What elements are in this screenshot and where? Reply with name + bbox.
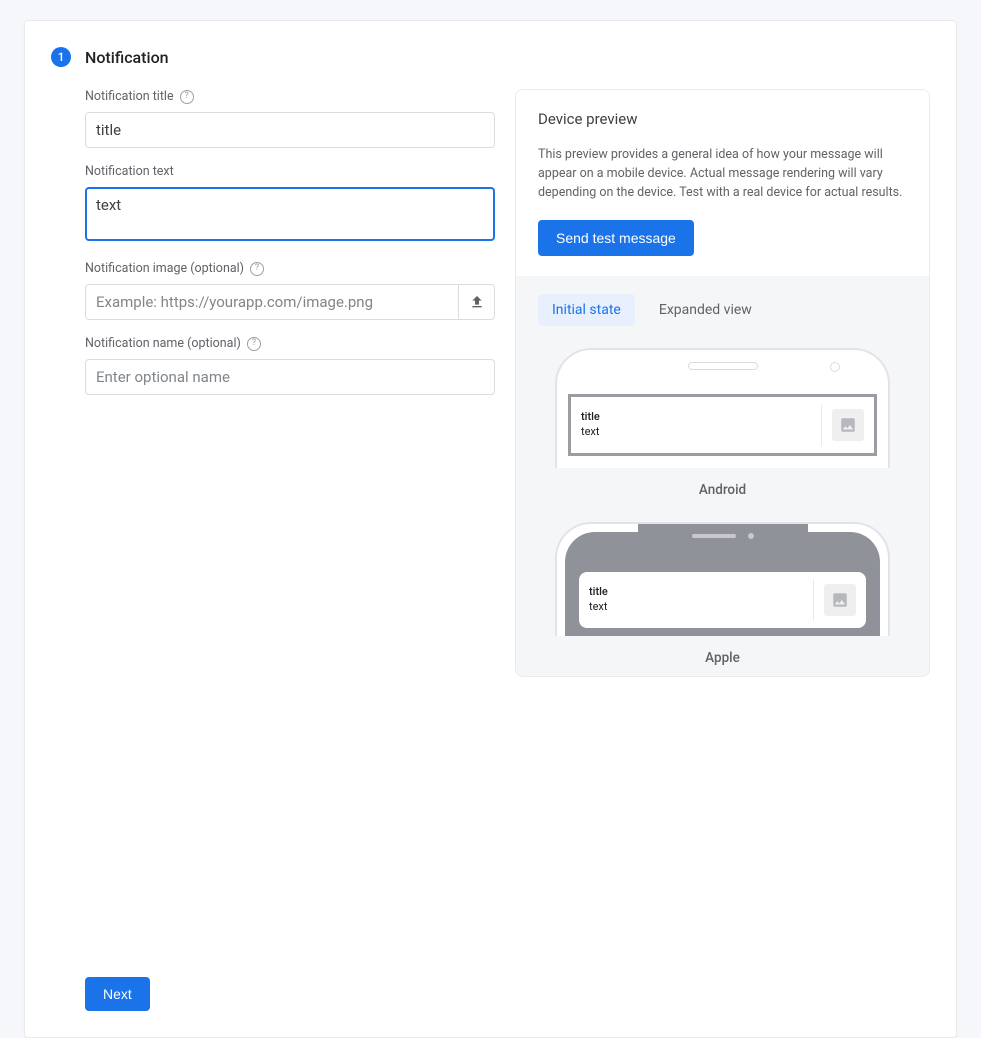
image-placeholder-icon xyxy=(832,409,864,441)
device-caption-apple: Apple xyxy=(705,650,740,666)
notification-name-input[interactable] xyxy=(85,359,495,395)
tab-expanded-view[interactable]: Expanded view xyxy=(645,294,766,326)
notification-preview-body: text xyxy=(589,600,803,615)
notification-text-label: Notification text xyxy=(85,164,495,179)
step-number-badge: 1 xyxy=(51,47,71,67)
step-title: Notification xyxy=(85,48,169,67)
notification-text-input[interactable]: text xyxy=(85,187,495,241)
speaker-icon xyxy=(688,362,758,370)
android-preview-frame: title text xyxy=(555,348,890,468)
help-icon[interactable]: ? xyxy=(250,262,264,276)
apple-preview-frame: title text xyxy=(555,522,890,636)
camera-icon xyxy=(830,362,840,372)
notification-image-input[interactable] xyxy=(85,284,459,320)
device-caption-android: Android xyxy=(699,482,746,498)
notification-preview-body: text xyxy=(581,425,811,440)
next-button[interactable]: Next xyxy=(85,977,150,1011)
image-placeholder-icon xyxy=(824,584,856,616)
notch-icon xyxy=(638,524,808,548)
notification-preview-title: title xyxy=(589,585,803,600)
help-icon[interactable]: ? xyxy=(247,337,261,351)
notification-card-apple: title text xyxy=(579,572,866,628)
notification-name-label: Notification name (optional) ? xyxy=(85,336,495,351)
notification-card-android: title text xyxy=(568,394,877,456)
step-header: 1 Notification xyxy=(51,47,930,67)
notification-title-label: Notification title ? xyxy=(85,89,495,104)
notification-image-label: Notification image (optional) ? xyxy=(85,261,495,276)
notification-title-input[interactable] xyxy=(85,112,495,148)
preview-description: This preview provides a general idea of … xyxy=(538,146,907,202)
upload-icon xyxy=(469,294,485,310)
device-preview-panel: Device preview This preview provides a g… xyxy=(515,89,930,677)
preview-heading: Device preview xyxy=(538,110,907,128)
send-test-message-button[interactable]: Send test message xyxy=(538,220,694,256)
help-icon[interactable]: ? xyxy=(180,90,194,104)
tab-initial-state[interactable]: Initial state xyxy=(538,294,635,326)
notification-preview-title: title xyxy=(581,410,811,425)
upload-button[interactable] xyxy=(459,284,495,320)
preview-tabs: Initial state Expanded view xyxy=(538,294,907,326)
